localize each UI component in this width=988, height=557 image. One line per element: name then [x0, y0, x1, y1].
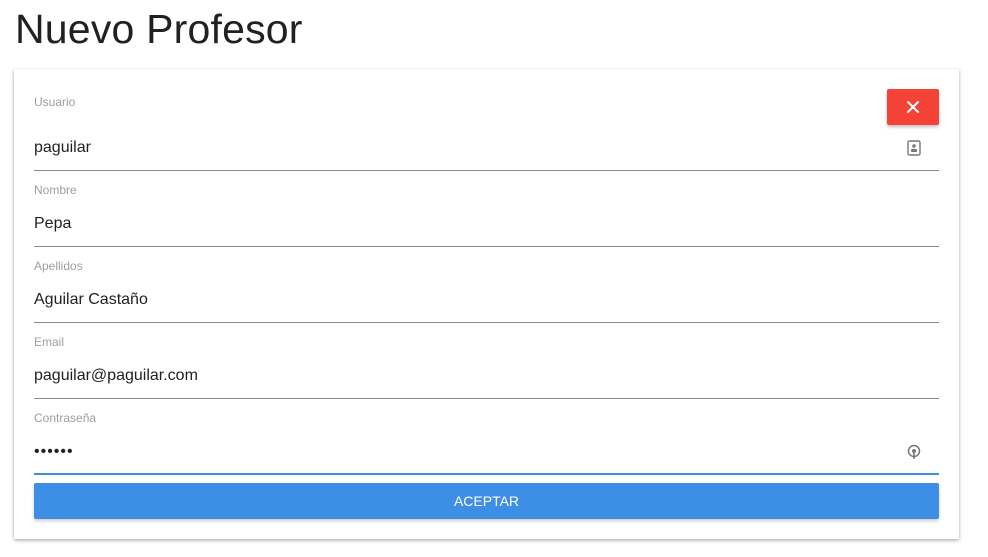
email-field[interactable]: Email paguilar@paguilar.com: [34, 323, 939, 399]
password-field[interactable]: Contraseña ••••••: [34, 399, 939, 475]
surname-field[interactable]: Apellidos Aguilar Castaño: [34, 247, 939, 323]
surname-input[interactable]: Aguilar Castaño: [34, 291, 148, 309]
username-label: Usuario: [34, 95, 76, 109]
username-field[interactable]: Usuario paguilar: [34, 91, 939, 171]
page-title: Nuevo Profesor: [15, 6, 303, 52]
email-label: Email: [34, 335, 65, 349]
surname-label: Apellidos: [34, 259, 83, 273]
key-icon: [907, 444, 921, 459]
name-input[interactable]: Pepa: [34, 215, 71, 233]
name-label: Nombre: [34, 183, 77, 197]
password-label: Contraseña: [34, 411, 97, 425]
email-input[interactable]: paguilar@paguilar.com: [34, 367, 198, 385]
password-input[interactable]: ••••••: [34, 443, 74, 461]
username-input[interactable]: paguilar: [34, 139, 91, 157]
name-field[interactable]: Nombre Pepa: [34, 171, 939, 247]
new-teacher-form: Usuario paguilar Nombre Pepa Apellidos A…: [14, 69, 959, 539]
accept-button[interactable]: ACEPTAR: [34, 483, 939, 519]
contact-card-icon: [907, 140, 921, 156]
